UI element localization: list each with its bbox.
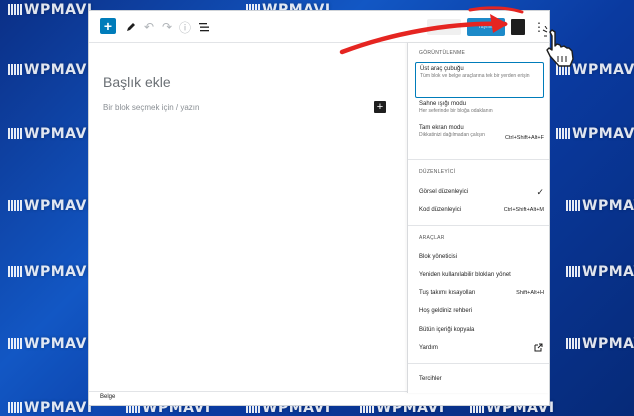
block-placeholder[interactable]: Bir blok seçmek için / yazın — [103, 103, 199, 112]
pencil-icon[interactable] — [122, 19, 138, 35]
menu-item-label: Bütün içeriği kopyala — [419, 327, 475, 333]
menu-item-label: Tam ekran modu — [419, 125, 464, 131]
save-draft-button[interactable] — [427, 19, 461, 35]
watermark-logo: WPMAVI — [8, 62, 93, 78]
menu-item-preferences[interactable]: Tercihler — [419, 376, 544, 382]
watermark-logo: WPMAVI — [8, 336, 93, 352]
menu-item-help[interactable]: Yardım — [419, 343, 544, 354]
shortcut-text: Shift+Alt+H — [516, 290, 544, 296]
menu-item-copy-all-content[interactable]: Bütün içeriği kopyala — [419, 327, 544, 333]
post-title-input[interactable]: Başlık ekle — [103, 74, 171, 90]
menu-item-description: Tüm blok ve belge araçlarına tek bir yer… — [420, 73, 530, 79]
menu-divider — [408, 363, 549, 364]
redo-icon[interactable]: ↷ — [159, 19, 175, 35]
menu-item-description: Dikkatinizi dağılmadan çalışın — [419, 132, 485, 138]
menu-item-keyboard-shortcuts[interactable]: Tuş takımı kısayolları Shift+Alt+H — [419, 290, 544, 296]
menu-item-welcome-guide[interactable]: Hoş geldiniz rehberi — [419, 308, 544, 314]
external-link-icon — [534, 343, 543, 354]
options-menu: GÖRÜNTÜLENME Üst araç çubuğu Tüm blok ve… — [407, 43, 549, 393]
checkmark-icon: ✓ — [536, 187, 544, 197]
watermark-logo: WPMAVI — [8, 198, 93, 214]
watermark-logo: WPMAVI — [566, 336, 634, 352]
watermark-logo: WPMAVI — [556, 126, 634, 142]
menu-item-reusable-blocks[interactable]: Yeniden kullanılabilir blokları yönet — [419, 272, 544, 278]
watermark-logo: WPMAVI — [8, 2, 93, 18]
menu-item-label: Yardım — [419, 345, 438, 351]
plus-icon[interactable]: + — [100, 18, 116, 34]
section-title-editor: DÜZENLEYİCİ — [419, 169, 456, 175]
menu-item-label: Hoş geldiniz rehberi — [419, 308, 473, 314]
undo-icon[interactable]: ↶ — [141, 19, 157, 35]
shortcut-text: Ctrl+Shift+Alt+M — [503, 207, 544, 213]
menu-item-label: Blok yöneticisi — [419, 254, 458, 260]
block-inserter-icon[interactable]: + — [374, 101, 386, 113]
shortcut-text: Ctrl+Shift+Alt+F — [505, 135, 544, 141]
publish-button[interactable]: Yayınla — [467, 18, 505, 36]
section-title-tools: ARAÇLAR — [419, 235, 445, 241]
list-view-icon[interactable] — [196, 19, 212, 35]
editor-toolbar: + ↶ ↷ ⓘ Yayınla ⋮ — [89, 11, 549, 43]
menu-item-label: Görsel düzenleyici — [419, 189, 469, 195]
status-bar: Belge — [89, 391, 549, 405]
watermark-logo: WPMAVI — [566, 198, 634, 214]
watermark-logo: WPMAVI — [8, 264, 93, 280]
menu-item-label: Sahne ışığı modu — [419, 101, 467, 107]
menu-item-block-manager[interactable]: Blok yöneticisi — [419, 254, 544, 260]
menu-item-label: Üst araç çubuğu — [420, 66, 464, 72]
menu-item-label: Tercihler — [419, 376, 442, 382]
info-icon[interactable]: ⓘ — [177, 19, 193, 35]
watermark-logo: WPMAVI — [566, 264, 634, 280]
menu-item-description: Her seferinde bir bloğa odaklanın — [419, 108, 493, 114]
settings-button[interactable] — [511, 19, 525, 35]
menu-divider — [408, 159, 549, 160]
menu-item-spotlight-mode[interactable]: Sahne ışığı modu Her seferinde bir bloğa… — [419, 101, 544, 115]
watermark-logo: WPMAVI — [8, 126, 93, 142]
breadcrumb[interactable]: Belge — [100, 394, 115, 400]
section-title-view: GÖRÜNTÜLENME — [419, 50, 466, 56]
menu-item-fullscreen-mode[interactable]: Tam ekran modu Dikkatinizi dağılmadan ça… — [419, 125, 544, 141]
menu-item-label: Yeniden kullanılabilir blokları yönet — [419, 272, 511, 278]
menu-item-top-toolbar[interactable]: Üst araç çubuğu Tüm blok ve belge araçla… — [415, 62, 544, 98]
menu-item-visual-editor[interactable]: Görsel düzenleyici ✓ — [419, 187, 544, 197]
menu-divider — [408, 225, 549, 226]
menu-item-code-editor[interactable]: Kod düzenleyici Ctrl+Shift+Alt+M — [419, 207, 544, 213]
hand-cursor-icon — [542, 26, 574, 67]
watermark-logo: WPMAVI — [8, 400, 93, 416]
